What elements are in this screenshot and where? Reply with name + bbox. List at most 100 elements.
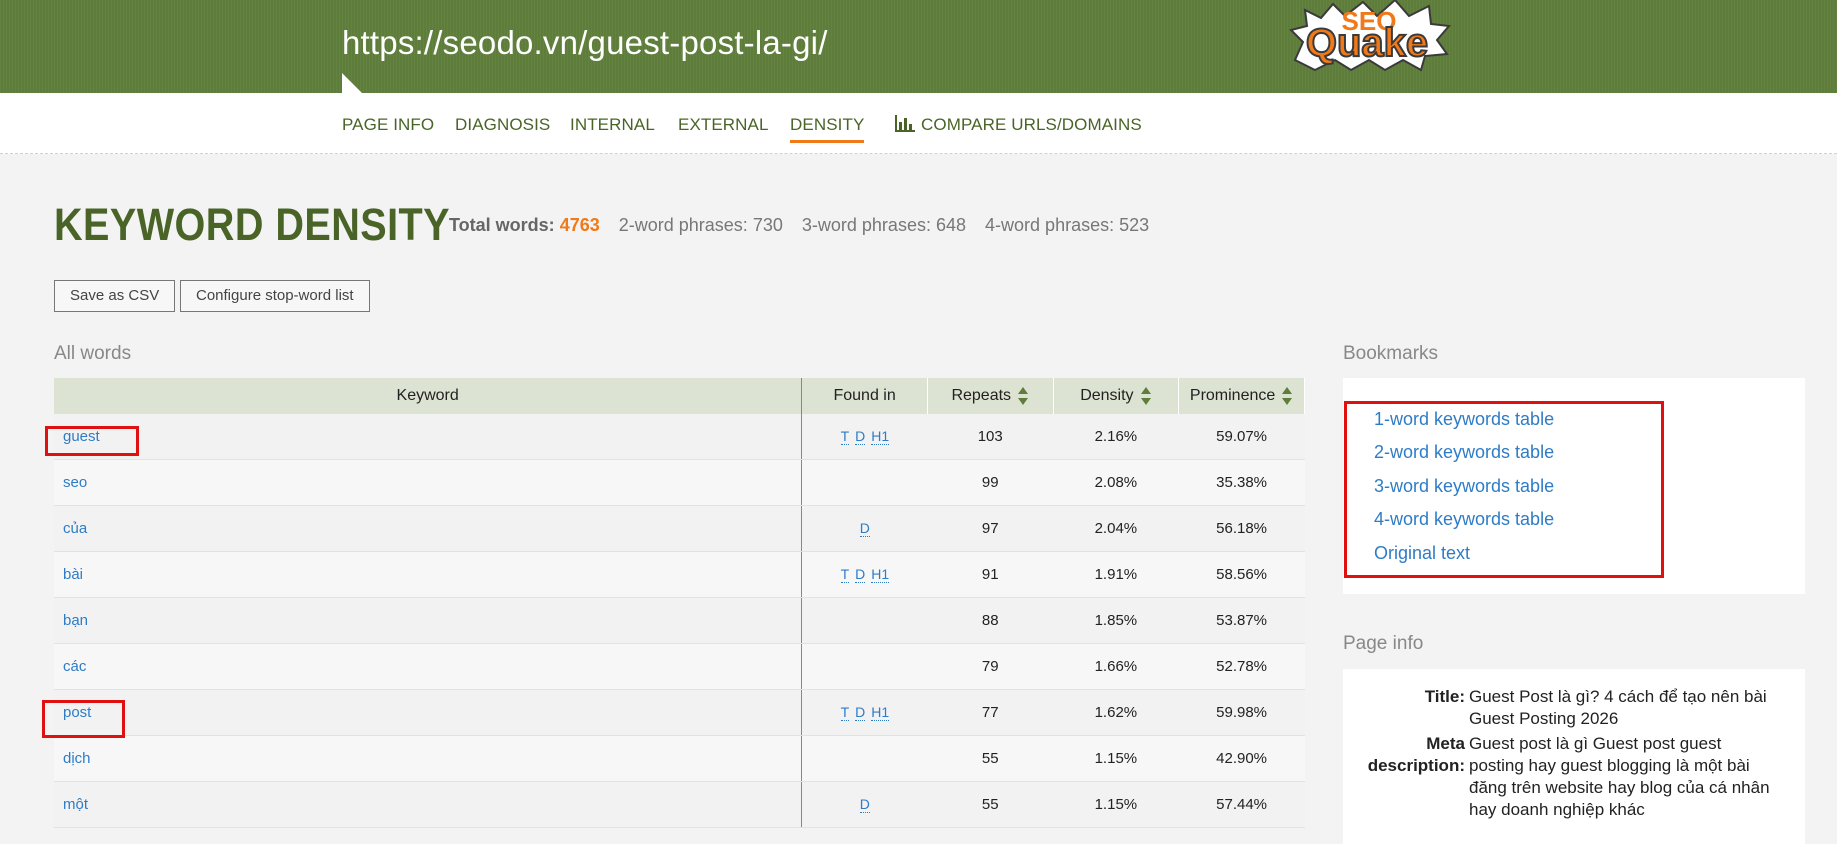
found-in-link[interactable]: H1 — [871, 566, 890, 583]
density-cell: 1.15% — [1053, 781, 1179, 828]
keyword-cell: bài — [54, 551, 803, 598]
keyword-cell: dịch — [54, 735, 803, 782]
keyword-cell: guest — [54, 414, 803, 460]
keyword-link[interactable]: bạn — [63, 612, 88, 629]
found-in-link[interactable]: D — [855, 704, 866, 721]
density-cell: 2.04% — [1053, 505, 1179, 552]
prominence-cell: 59.98% — [1178, 689, 1305, 736]
col-prominence[interactable]: Prominence — [1178, 378, 1305, 414]
density-cell: 2.08% — [1053, 459, 1179, 506]
table-row: các 79 1.66% 52.78% — [54, 643, 1305, 690]
keyword-link[interactable]: của — [63, 520, 87, 537]
two-word-value: 730 — [752, 215, 783, 235]
found-in-link[interactable]: H1 — [871, 704, 890, 721]
sort-arrows-icon[interactable] — [1140, 386, 1152, 406]
col-found-in: Found in — [801, 378, 928, 414]
bar-chart-icon — [895, 115, 915, 132]
prominence-cell: 42.90% — [1178, 735, 1305, 782]
top-nav: PAGE INFO DIAGNOSIS INTERNAL EXTERNAL DE… — [0, 93, 1837, 154]
keyword-cell: các — [54, 643, 803, 690]
header-bar: https://seodo.vn/guest-post-la-gi/ SEO Q… — [0, 0, 1837, 93]
col-density[interactable]: Density — [1053, 378, 1180, 414]
prominence-cell: 59.07% — [1178, 414, 1305, 460]
word-stats: Total words: 4763 2-word phrases: 730 3-… — [449, 215, 1163, 236]
found-in-cell: T D H1 — [801, 414, 928, 460]
tab-page-info[interactable]: PAGE INFO — [342, 115, 434, 135]
found-in-link[interactable]: D — [855, 428, 866, 445]
prominence-cell: 56.18% — [1178, 505, 1305, 552]
col-keyword[interactable]: Keyword — [54, 378, 803, 414]
keyword-cell: của — [54, 505, 803, 552]
configure-stop-words-button[interactable]: Configure stop-word list — [180, 280, 370, 312]
repeats-cell: 88 — [927, 597, 1054, 644]
tab-internal[interactable]: INTERNAL — [570, 115, 655, 135]
three-word-label: 3-word phrases: — [801, 215, 931, 235]
found-in-link[interactable]: D — [859, 520, 870, 537]
keyword-link[interactable]: seo — [63, 474, 87, 491]
prominence-cell: 52.78% — [1178, 643, 1305, 690]
tab-compare-urls[interactable]: COMPARE URLS/DOMAINS — [895, 115, 1142, 135]
table-row: của D 97 2.04% 56.18% — [54, 505, 1305, 552]
meta-value-line-1: Guest post là gì Guest post guest — [1469, 734, 1722, 753]
keyword-link[interactable]: bài — [63, 566, 83, 583]
tab-compare-urls-label: COMPARE URLS/DOMAINS — [921, 115, 1142, 134]
repeats-cell: 55 — [927, 781, 1054, 828]
logo-wordmark: Quake — [1306, 21, 1428, 65]
page-url: https://seodo.vn/guest-post-la-gi/ — [342, 24, 828, 61]
repeats-cell: 55 — [927, 735, 1054, 782]
highlight-box-guest — [45, 426, 139, 456]
keyword-link[interactable]: một — [63, 796, 88, 813]
meta-value-line-2: posting hay guest blogging là một bài — [1469, 756, 1750, 775]
two-word-label: 2-word phrases: — [618, 215, 748, 235]
col-density-label: Density — [1080, 387, 1134, 405]
found-in-link[interactable]: D — [859, 796, 870, 813]
keyword-cell: post — [54, 689, 803, 736]
found-in-link[interactable]: D — [855, 566, 866, 583]
density-cell: 1.91% — [1053, 551, 1179, 598]
found-in-link[interactable]: T — [840, 566, 850, 583]
repeats-cell: 99 — [927, 459, 1054, 506]
sort-arrows-icon[interactable] — [1281, 386, 1293, 406]
repeats-cell: 91 — [927, 551, 1054, 598]
meta-key-line-2: description: — [1367, 756, 1465, 775]
table-row: seo 99 2.08% 35.38% — [54, 459, 1305, 506]
found-in-link[interactable]: H1 — [871, 428, 890, 445]
density-cell: 1.62% — [1053, 689, 1179, 736]
repeats-cell: 79 — [927, 643, 1054, 690]
found-in-cell — [801, 735, 928, 782]
found-in-link[interactable]: T — [840, 428, 850, 445]
four-word-label: 4-word phrases: — [985, 215, 1115, 235]
table-row: post T D H1 77 1.62% 59.98% — [54, 689, 1305, 736]
found-in-link[interactable]: T — [840, 704, 850, 721]
col-repeats[interactable]: Repeats — [927, 378, 1054, 414]
density-cell: 2.16% — [1053, 414, 1179, 460]
keywords-table: Keyword Found in Repeats Density Promine… — [54, 378, 1305, 828]
keyword-link[interactable]: các — [63, 658, 86, 675]
page-title: KEYWORD DENSITY — [54, 199, 451, 250]
all-words-heading: All words — [54, 343, 132, 364]
tab-diagnosis[interactable]: DIAGNOSIS — [455, 115, 550, 135]
keyword-cell: seo — [54, 459, 803, 506]
prominence-cell: 35.38% — [1178, 459, 1305, 506]
density-cell: 1.85% — [1053, 597, 1179, 644]
save-csv-button[interactable]: Save as CSV — [54, 280, 176, 312]
tab-density[interactable]: DENSITY — [790, 115, 865, 143]
four-word-value: 523 — [1119, 215, 1150, 235]
found-in-cell: D — [801, 505, 928, 552]
table-row: một D 55 1.15% 57.44% — [54, 781, 1305, 828]
title-key: Title: — [1424, 687, 1465, 706]
tab-external[interactable]: EXTERNAL — [678, 115, 769, 135]
three-word-value: 648 — [935, 215, 967, 235]
keyword-link[interactable]: dịch — [63, 750, 91, 767]
table-row: bạn 88 1.85% 53.87% — [54, 597, 1305, 644]
table-row: guest T D H1 103 2.16% 59.07% — [54, 414, 1305, 460]
bookmarks-heading: Bookmarks — [1343, 343, 1439, 364]
highlight-box-bookmarks — [1344, 401, 1664, 578]
prominence-cell: 53.87% — [1178, 597, 1305, 644]
sort-arrows-icon[interactable] — [1017, 386, 1029, 406]
highlight-box-post — [42, 700, 125, 738]
repeats-cell: 77 — [927, 689, 1054, 736]
repeats-cell: 97 — [927, 505, 1054, 552]
found-in-cell: T D H1 — [801, 689, 928, 736]
density-cell: 1.15% — [1053, 735, 1179, 782]
